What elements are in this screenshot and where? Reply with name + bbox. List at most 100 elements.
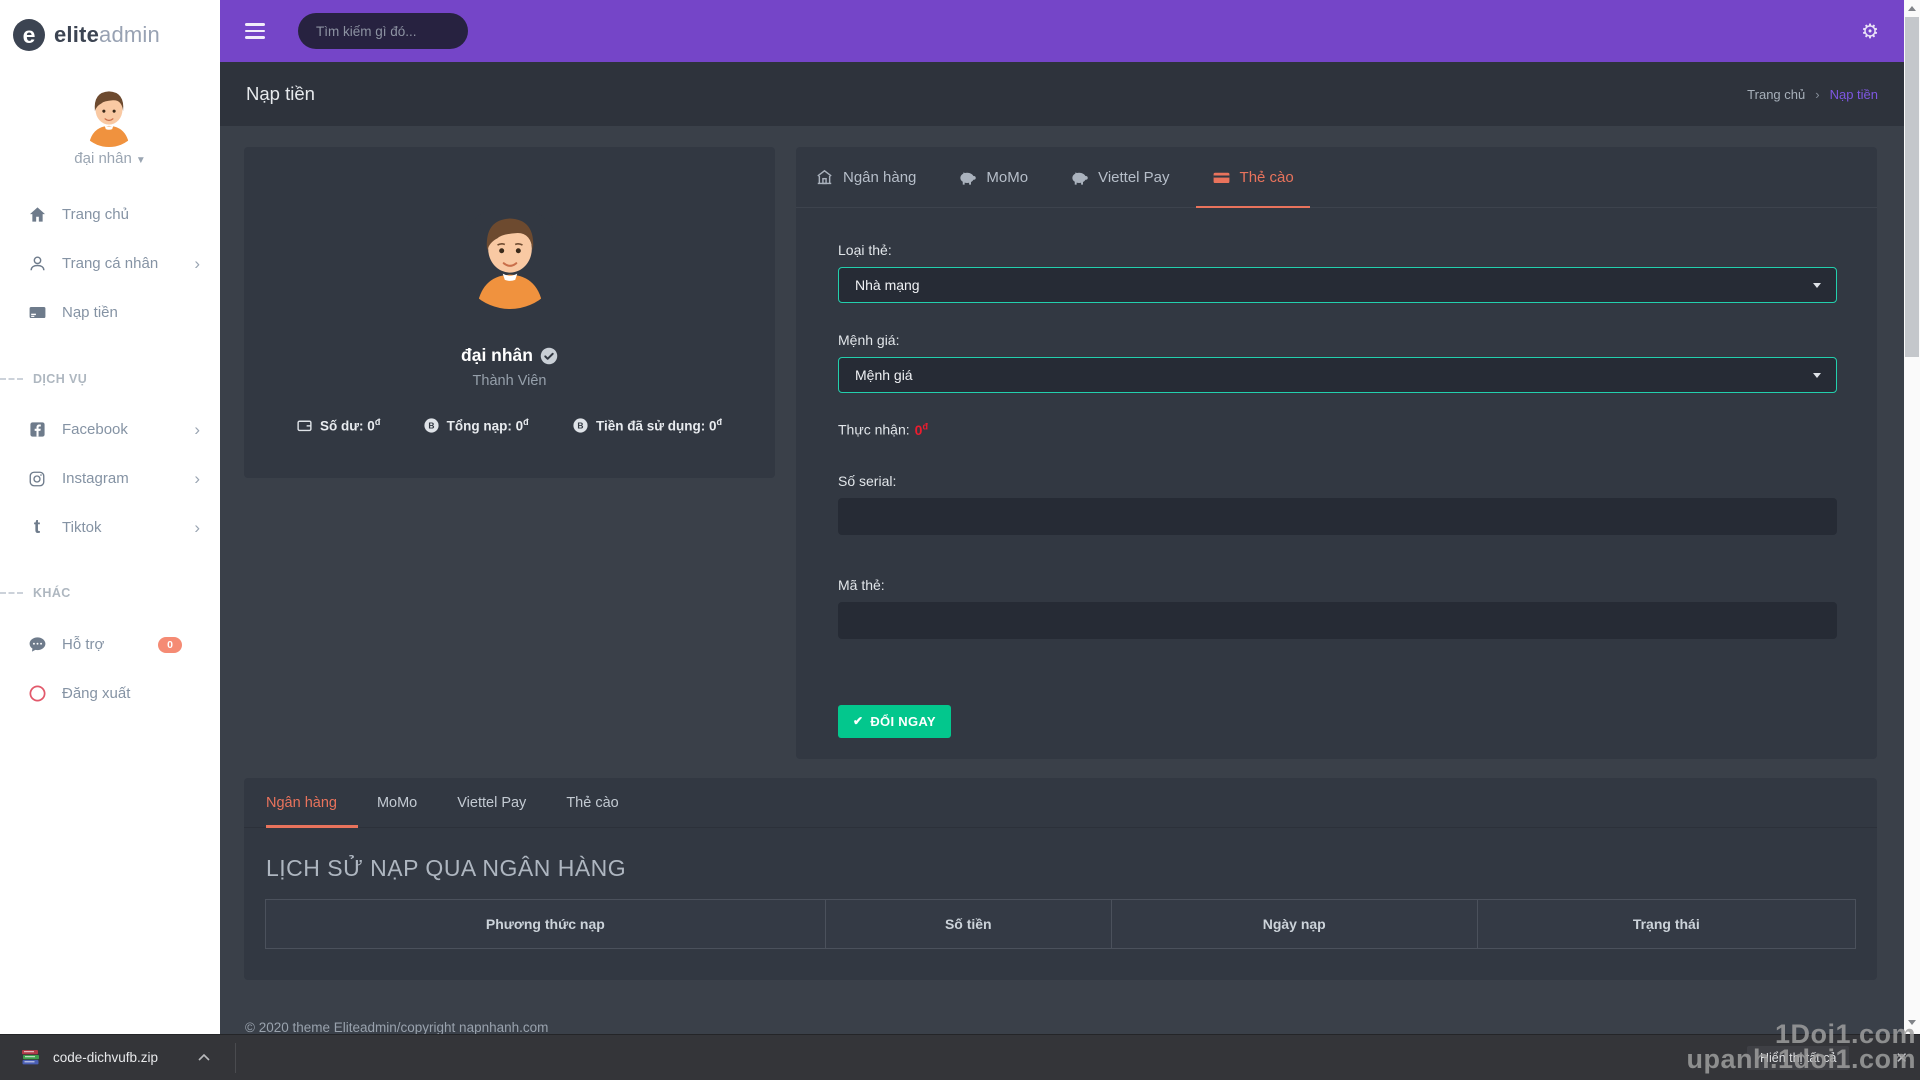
history-tab-viettel-pay[interactable]: Viettel Pay: [457, 778, 526, 827]
sidebar-item-label: Tiktok: [62, 519, 101, 536]
brand-logo[interactable]: e eliteadmin: [0, 0, 220, 51]
sidebar-item-profile[interactable]: Trang cá nhân ›: [0, 239, 220, 288]
scratch-card-icon: [1212, 168, 1231, 187]
stat-currency: đ: [375, 417, 381, 427]
card-code-label: Mã thẻ:: [838, 577, 1837, 593]
sidebar-item-home[interactable]: Trang chủ: [0, 190, 220, 239]
support-count-badge: 0: [158, 637, 182, 653]
tab-momo[interactable]: MoMo: [958, 147, 1028, 207]
hamburger-menu-icon[interactable]: [245, 23, 265, 39]
piggy-bank-icon: [958, 168, 977, 187]
stat-currency: đ: [523, 417, 529, 427]
topbar: ⚙: [220, 0, 1904, 62]
instagram-icon: [27, 469, 47, 489]
serial-label: Số serial:: [838, 473, 1837, 489]
chevron-down-icon: ▼: [136, 155, 146, 166]
denomination-select[interactable]: Mệnh giá: [838, 357, 1837, 393]
check-icon: ✔: [853, 714, 863, 728]
profile-card: đại nhân Thành Viên Số dư: 0đ B Tổng nạp…: [244, 147, 775, 478]
column-header-status: Trạng thái: [1477, 900, 1855, 949]
tiktok-icon: t: [27, 518, 47, 538]
divider: [235, 1043, 236, 1073]
sidebar-item-label: Nạp tiền: [62, 304, 118, 321]
card-type-select[interactable]: Nhà mạng: [838, 267, 1837, 303]
column-header-amount: Số tiền: [825, 900, 1111, 949]
vertical-scrollbar[interactable]: [1904, 0, 1920, 1034]
sidebar-section-services: DỊCH VỤ: [0, 372, 220, 386]
history-tab-scratch-card[interactable]: Thẻ cào: [566, 778, 618, 827]
sidebar-item-support[interactable]: Hỗ trợ 0: [0, 620, 220, 669]
history-tab-momo[interactable]: MoMo: [377, 778, 417, 827]
profile-role: Thành Viên: [244, 373, 775, 389]
search-input[interactable]: [316, 24, 450, 39]
topup-form: Loại thẻ: Nhà mạng Mệnh giá: Mệnh giá Th…: [796, 208, 1877, 738]
tab-label: MoMo: [986, 169, 1028, 186]
brand-name-light: admin: [99, 22, 160, 47]
sidebar-item-facebook[interactable]: Facebook ›: [0, 405, 220, 454]
credit-card-icon: [27, 303, 47, 323]
avatar: [77, 83, 141, 147]
bank-icon: [815, 168, 834, 187]
sidebar-item-tiktok[interactable]: t Tiktok ›: [0, 503, 220, 552]
sidebar: e eliteadmin đại nhân▼ Trang chủ: [0, 0, 220, 1080]
sidebar-item-label: Trang cá nhân: [62, 255, 158, 272]
scroll-down-arrow-icon[interactable]: [1904, 1014, 1920, 1030]
sidebar-menu: Trang chủ Trang cá nhân › Nạp tiền DỊCH …: [0, 190, 220, 718]
search-box: [298, 13, 468, 49]
sidebar-item-label: Facebook: [62, 421, 128, 438]
user-icon: [27, 254, 47, 274]
stat-balance: Số dư: 0đ: [296, 417, 380, 434]
stat-label: Số dư:: [320, 419, 364, 434]
downloaded-file[interactable]: code-dichvufb.zip: [21, 1049, 210, 1066]
coin-icon: B: [572, 417, 589, 434]
receive-currency: đ: [922, 421, 928, 431]
tab-bank[interactable]: Ngân hàng: [815, 147, 916, 207]
topup-card: Ngân hàng MoMo Viettel Pay Thẻ cào: [796, 147, 1877, 759]
scrollbar-thumb[interactable]: [1905, 17, 1919, 357]
breadcrumb: Trang chủ › Nạp tiền: [1747, 87, 1878, 102]
sidebar-item-instagram[interactable]: Instagram ›: [0, 454, 220, 503]
submit-button[interactable]: ✔ ĐỔI NGAY: [838, 705, 951, 738]
footer-copyright: © 2020 theme Eliteadmin/copyright napnha…: [245, 1020, 548, 1035]
history-table: Phương thức nạp Số tiền Ngày nạp Trạng t…: [265, 899, 1856, 949]
close-icon[interactable]: ✕: [1895, 1049, 1908, 1067]
stat-value: 0: [709, 419, 717, 434]
brand-name: eliteadmin: [54, 22, 160, 48]
tab-label: Ngân hàng: [843, 169, 916, 186]
sidebar-item-logout[interactable]: Đăng xuất: [0, 669, 220, 718]
download-shelf: code-dichvufb.zip Hiển thị tất cả ✕: [0, 1034, 1920, 1080]
scroll-up-arrow-icon[interactable]: [1904, 0, 1920, 16]
tab-label: Viettel Pay: [1098, 169, 1169, 186]
brand-logo-icon: e: [13, 19, 45, 51]
denomination-selected-value: Mệnh giá: [855, 367, 913, 383]
chevron-up-icon[interactable]: [198, 1054, 210, 1061]
history-title: LỊCH SỬ NẠP QUA NGÂN HÀNG: [266, 855, 1877, 882]
chevron-right-icon: ›: [194, 519, 200, 536]
chevron-right-icon: ›: [194, 421, 200, 438]
coin-icon: B: [423, 417, 440, 434]
tab-label: MoMo: [377, 795, 417, 811]
tab-label: Thẻ cào: [566, 795, 618, 811]
stat-label: Tiền đã sử dụng:: [596, 419, 705, 434]
card-code-input[interactable]: [838, 602, 1837, 639]
stat-value: 0: [367, 419, 375, 434]
tab-viettel-pay[interactable]: Viettel Pay: [1070, 147, 1169, 207]
sidebar-user-dropdown[interactable]: đại nhân▼: [0, 150, 220, 167]
breadcrumb-separator-icon: ›: [1815, 87, 1819, 102]
receive-amount-row: Thực nhận:0đ: [838, 421, 1837, 438]
chat-icon: [27, 635, 47, 655]
verified-badge-icon: [540, 347, 558, 365]
show-all-downloads-button[interactable]: Hiển thị tất cả: [1747, 1046, 1849, 1070]
breadcrumb-current: Nạp tiền: [1830, 87, 1878, 102]
tab-label: Viettel Pay: [457, 795, 526, 811]
submit-button-label: ĐỔI NGAY: [870, 714, 936, 729]
sidebar-item-label: Đăng xuất: [62, 685, 130, 702]
breadcrumb-home-link[interactable]: Trang chủ: [1747, 87, 1805, 102]
tab-scratch-card[interactable]: Thẻ cào: [1212, 147, 1294, 207]
gear-icon[interactable]: ⚙: [1861, 19, 1879, 43]
profile-avatar: [458, 205, 562, 309]
sidebar-section-other: KHÁC: [0, 586, 220, 600]
serial-input[interactable]: [838, 498, 1837, 535]
history-tab-bank[interactable]: Ngân hàng: [266, 778, 337, 827]
sidebar-item-topup[interactable]: Nạp tiền: [0, 288, 220, 337]
